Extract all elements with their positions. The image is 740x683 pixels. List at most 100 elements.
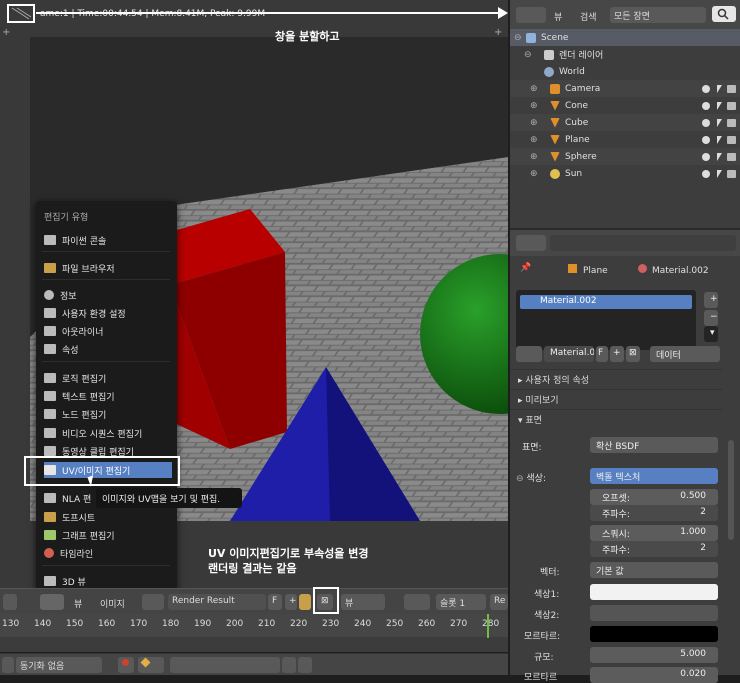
menu-item-python-console[interactable]: 파이썬 콘솔 bbox=[44, 232, 172, 248]
view-menu[interactable]: 뷰 bbox=[74, 597, 82, 610]
squash-field[interactable]: 스쿼시: 1.000 bbox=[590, 525, 718, 541]
menu-item-properties[interactable]: 속성 bbox=[44, 341, 172, 357]
visibility-eye-icon[interactable] bbox=[702, 84, 710, 93]
panel-custom-properties[interactable]: ▸ 사용자 정의 속성 bbox=[510, 369, 722, 388]
keying-set-button[interactable] bbox=[138, 657, 164, 673]
menu-item-timeline[interactable]: 타임라인 bbox=[44, 545, 172, 561]
mortar-size-field[interactable]: 0.020 bbox=[590, 667, 718, 683]
frequency-1-field[interactable]: 주파수: 2 bbox=[590, 505, 718, 521]
material-slot-item[interactable]: Material.002 bbox=[520, 295, 692, 309]
panel-surface[interactable]: ▾ 표면 bbox=[510, 409, 722, 428]
scale-field[interactable]: 5.000 bbox=[590, 647, 718, 663]
selectable-cursor-icon[interactable] bbox=[717, 84, 722, 93]
preferences-icon bbox=[44, 308, 56, 318]
selectable-cursor-icon[interactable] bbox=[717, 101, 722, 110]
pin-icon[interactable]: 📌 bbox=[520, 263, 531, 273]
image-browse-button[interactable] bbox=[142, 594, 164, 610]
editor-type-button[interactable] bbox=[3, 594, 17, 610]
image-name-field[interactable]: Render Result bbox=[168, 594, 266, 610]
record-button[interactable] bbox=[118, 657, 134, 673]
outliner-row-cone[interactable]: ⊕ Cone bbox=[510, 97, 740, 114]
outliner-row-sun[interactable]: ⊕ Sun bbox=[510, 165, 740, 182]
menu-item-info[interactable]: 정보 bbox=[44, 287, 172, 303]
properties-scrollbar[interactable] bbox=[728, 440, 734, 540]
material-fake-user-button[interactable]: F bbox=[596, 346, 608, 362]
view-dropdown[interactable]: 뷰 bbox=[341, 594, 385, 610]
mortar-swatch[interactable] bbox=[590, 626, 718, 642]
new-material-button[interactable]: + bbox=[610, 346, 624, 362]
outliner-row-scene[interactable]: ⊖ Scene bbox=[510, 29, 740, 46]
visibility-eye-icon[interactable] bbox=[702, 135, 710, 144]
selectable-cursor-icon[interactable] bbox=[717, 169, 722, 178]
display-mode-dropdown[interactable]: 모든 장면 bbox=[610, 7, 706, 23]
selectable-cursor-icon[interactable] bbox=[717, 135, 722, 144]
fake-user-button[interactable]: F bbox=[268, 594, 282, 610]
image-menu[interactable]: 이미지 bbox=[100, 597, 125, 610]
selectable-cursor-icon[interactable] bbox=[717, 152, 722, 161]
vector-dropdown[interactable]: 기본 값 bbox=[590, 562, 718, 578]
material-browse-button[interactable] bbox=[516, 346, 542, 362]
menu-item-file-browser[interactable]: 파일 브라우저 bbox=[44, 260, 172, 276]
outliner-row-render-layer[interactable]: ⊖ 렌더 레이어 bbox=[510, 46, 740, 63]
slot-specials-button[interactable]: ▾ bbox=[704, 326, 718, 342]
visibility-eye-icon[interactable] bbox=[702, 101, 710, 110]
outliner-row-cube[interactable]: ⊕ Cube bbox=[510, 114, 740, 131]
render-camera-icon[interactable] bbox=[727, 152, 736, 161]
unlink-material-button[interactable]: ⊠ bbox=[626, 346, 640, 362]
slot-dropdown[interactable]: 슬롯 1 bbox=[436, 594, 486, 610]
render-camera-icon[interactable] bbox=[727, 118, 736, 127]
delete-keyframe-button[interactable] bbox=[298, 657, 312, 673]
render-camera-icon[interactable] bbox=[727, 84, 736, 93]
render-camera-icon[interactable] bbox=[727, 169, 736, 178]
menu-item-text-editor[interactable]: 텍스트 편집기 bbox=[44, 388, 172, 404]
timeline-editor-type-button[interactable] bbox=[2, 657, 14, 673]
color1-swatch[interactable] bbox=[590, 584, 718, 600]
menu-item-outliner[interactable]: 아웃라이너 bbox=[44, 323, 172, 339]
remove-slot-button[interactable]: − bbox=[704, 310, 718, 326]
menu-item-3d-view[interactable]: 3D 뷰 bbox=[44, 573, 172, 589]
menu-item-node-editor[interactable]: 노드 편집기 bbox=[44, 406, 172, 422]
selectable-cursor-icon[interactable] bbox=[717, 118, 722, 127]
search-icon[interactable] bbox=[712, 6, 736, 22]
timeline-ruler[interactable]: 130 140 150 160 170 180 190 200 210 220 … bbox=[0, 614, 508, 637]
add-image-button[interactable]: + bbox=[285, 594, 297, 610]
outliner-row-plane[interactable]: ⊕ Plane bbox=[510, 131, 740, 148]
frequency-2-field[interactable]: 주파수: 2 bbox=[590, 541, 718, 557]
sync-dropdown[interactable]: 동기화 없음 bbox=[16, 657, 102, 673]
visibility-eye-icon[interactable] bbox=[702, 169, 710, 178]
material-name-field[interactable]: Material.0 bbox=[544, 346, 594, 362]
editor-type-dropdown[interactable] bbox=[40, 594, 64, 610]
menu-item-graph-editor[interactable]: 그래프 편집기 bbox=[44, 527, 172, 543]
area-corner-widget[interactable]: + bbox=[2, 28, 12, 38]
menu-item-preferences[interactable]: 사용자 환경 설정 bbox=[44, 305, 172, 321]
material-slot-list[interactable]: Material.002 bbox=[516, 290, 696, 350]
pivot-dropdown[interactable] bbox=[404, 594, 430, 610]
menu-item-dopesheet[interactable]: 도프시트 bbox=[44, 509, 172, 525]
current-frame-indicator[interactable] bbox=[487, 614, 489, 638]
open-image-button[interactable] bbox=[299, 594, 311, 610]
outliner-row-world[interactable]: World bbox=[510, 63, 740, 80]
visibility-eye-icon[interactable] bbox=[702, 152, 710, 161]
visibility-eye-icon[interactable] bbox=[702, 118, 710, 127]
insert-keyframe-button[interactable] bbox=[282, 657, 296, 673]
outliner-row-camera[interactable]: ⊕ Camera bbox=[510, 80, 740, 97]
panel-preview[interactable]: ▸ 미리보기 bbox=[510, 389, 722, 408]
menu-item-logic-editor[interactable]: 로직 편집기 bbox=[44, 370, 172, 386]
render-layer-dropdown[interactable]: Re bbox=[490, 594, 508, 610]
outliner-search-menu[interactable]: 검색 bbox=[580, 10, 597, 23]
outliner-editor-type[interactable] bbox=[516, 7, 546, 23]
properties-editor-type[interactable] bbox=[516, 235, 546, 251]
context-tabs[interactable] bbox=[550, 235, 736, 251]
add-slot-button[interactable]: + bbox=[704, 292, 718, 308]
color2-swatch[interactable] bbox=[590, 605, 718, 621]
keying-set-field[interactable] bbox=[170, 657, 280, 673]
color-texture-dropdown[interactable]: 벽돌 텍스처 bbox=[590, 468, 718, 484]
surface-shader-dropdown[interactable]: 확산 BSDF bbox=[590, 437, 718, 453]
menu-item-sequencer[interactable]: 비디오 시퀀스 편집기 bbox=[44, 425, 172, 441]
offset-slider[interactable]: 오프셋: 0.500 bbox=[590, 489, 718, 505]
outliner-row-sphere[interactable]: ⊕ Sphere bbox=[510, 148, 740, 165]
outliner-view-menu[interactable]: 뷰 bbox=[554, 10, 562, 23]
render-camera-icon[interactable] bbox=[727, 101, 736, 110]
render-camera-icon[interactable] bbox=[727, 135, 736, 144]
link-mode-dropdown[interactable]: 데이터 bbox=[650, 346, 720, 362]
